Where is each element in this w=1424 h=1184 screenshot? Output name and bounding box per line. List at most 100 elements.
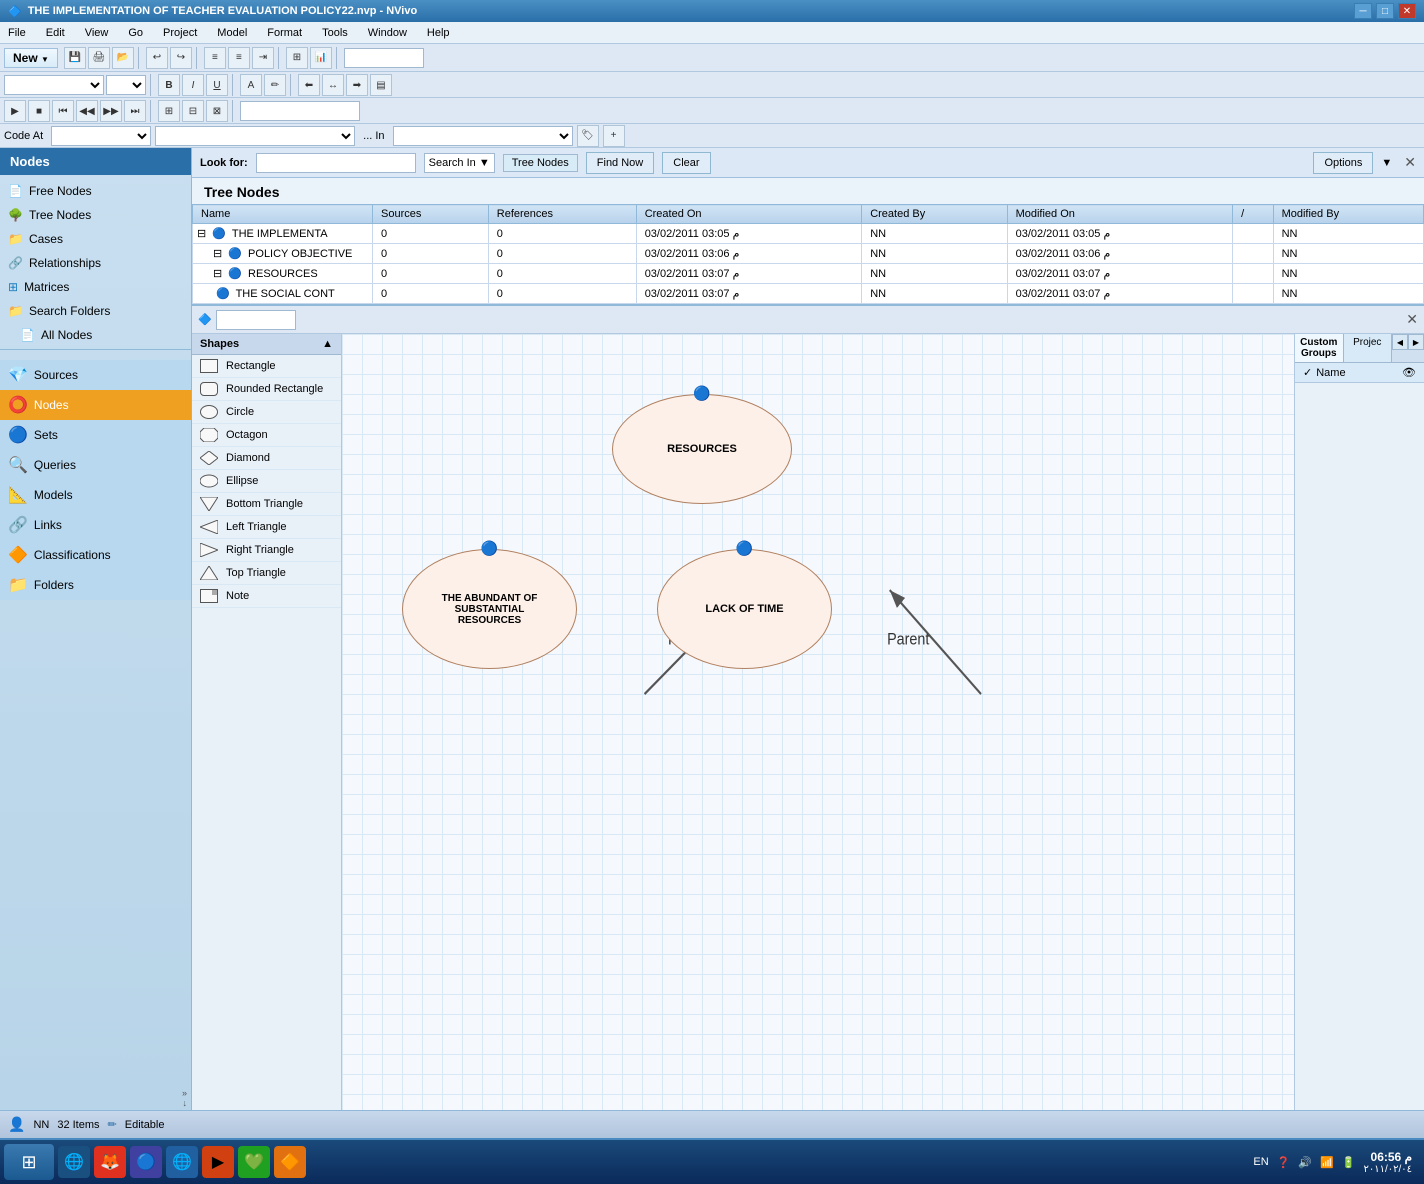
taskbar-icon-1[interactable]: 🌐 (58, 1146, 90, 1178)
taskbar-icon-3[interactable]: 🔵 (130, 1146, 162, 1178)
taskbar-icon-4[interactable]: 🌐 (166, 1146, 198, 1178)
align-r[interactable]: ➡ (346, 74, 368, 96)
sidebar-expand-btn[interactable]: »↓ (0, 1086, 191, 1110)
menu-help[interactable]: Help (423, 25, 454, 41)
sidebar-nav-classifications[interactable]: 🔶 Classifications (0, 540, 191, 570)
print-btn[interactable]: 🖨 (88, 47, 110, 69)
table-row[interactable]: ⊟ 🔵 THE IMPLEMENTA 0 0 03/02/2011 03:05 … (193, 224, 1424, 244)
taskbar-icon-5[interactable]: ▶ (202, 1146, 234, 1178)
sidebar-nav-folders[interactable]: 📁 Folders (0, 570, 191, 600)
code-at-plus-btn[interactable]: + (603, 125, 625, 147)
play-btn[interactable]: ▶ (4, 100, 26, 122)
sidebar-item-all-nodes[interactable]: 📄 All Nodes (0, 323, 191, 347)
new-button[interactable]: New ▼ (4, 48, 58, 68)
col-created-on[interactable]: Created On (636, 205, 862, 224)
row-expand[interactable]: ⊟ (213, 248, 222, 260)
redo-btn[interactable]: ↪ (170, 47, 192, 69)
diagram-close-btn[interactable]: ✕ (1406, 311, 1418, 328)
search-input[interactable] (256, 153, 416, 173)
sidebar-nav-sets[interactable]: 🔵 Sets (0, 420, 191, 450)
italic-btn[interactable]: I (182, 74, 204, 96)
menu-format[interactable]: Format (263, 25, 306, 41)
grid-btn[interactable]: ⊞ (158, 100, 180, 122)
sidebar-item-relationships[interactable]: 🔗 Relationships (0, 251, 191, 275)
row-expand[interactable]: ⊟ (213, 268, 222, 280)
col-created-by[interactable]: Created By (862, 205, 1007, 224)
start-button[interactable]: ⊞ (4, 1144, 54, 1180)
shapes-expand-icon[interactable]: ▲ (322, 338, 333, 350)
font-family-select[interactable] (4, 75, 104, 95)
align-c[interactable]: ↔ (322, 74, 344, 96)
taskbar-icon-7[interactable]: 🔶 (274, 1146, 306, 1178)
open-btn[interactable]: 📂 (112, 47, 134, 69)
shape-octagon[interactable]: Octagon (192, 424, 341, 447)
close-btn[interactable]: ✕ (1398, 3, 1416, 19)
sidebar-nav-queries[interactable]: 🔍 Queries (0, 450, 191, 480)
shape-top-triangle[interactable]: Top Triangle (192, 562, 341, 585)
table-row[interactable]: 🔵 THE SOCIAL CONT 0 0 03/02/2011 03:07 م… (193, 284, 1424, 304)
sidebar-nav-links[interactable]: 🔗 Links (0, 510, 191, 540)
col-references[interactable]: References (488, 205, 636, 224)
sidebar-item-matrices[interactable]: ⊞ Matrices (0, 275, 191, 299)
taskbar-icon-6[interactable]: 💚 (238, 1146, 270, 1178)
align-center-btn[interactable]: ≡ (228, 47, 250, 69)
bold-btn[interactable]: B (158, 74, 180, 96)
underline-btn[interactable]: U (206, 74, 228, 96)
shape-note[interactable]: Note (192, 585, 341, 608)
code-at-tag-btn[interactable]: 🏷 (577, 125, 599, 147)
col-sources[interactable]: Sources (373, 205, 489, 224)
menu-view[interactable]: View (81, 25, 113, 41)
col-sort[interactable]: / (1233, 205, 1274, 224)
table-row[interactable]: ⊟ 🔵 RESOURCES 0 0 03/02/2011 03:07 م NN … (193, 264, 1424, 284)
menu-tools[interactable]: Tools (318, 25, 352, 41)
align-left-btn[interactable]: ≡ (204, 47, 226, 69)
media-pos-input[interactable] (240, 101, 360, 121)
shape-right-triangle[interactable]: Right Triangle (192, 539, 341, 562)
sidebar-item-free-nodes[interactable]: 📄 Free Nodes (0, 179, 191, 203)
highlight-btn[interactable]: ✏ (264, 74, 286, 96)
sidebar-item-cases[interactable]: 📁 Cases (0, 227, 191, 251)
grid3-btn[interactable]: ⊠ (206, 100, 228, 122)
align-l[interactable]: ⬅ (298, 74, 320, 96)
cg-tab-project[interactable]: Projec (1344, 334, 1393, 362)
code-at-select[interactable] (51, 126, 151, 146)
cg-nav-right[interactable]: ▶ (1408, 334, 1424, 350)
align-j[interactable]: ▤ (370, 74, 392, 96)
menu-go[interactable]: Go (124, 25, 147, 41)
prev-btn[interactable]: ⏮ (52, 100, 74, 122)
sidebar-nav-sources[interactable]: 💎 Sources (0, 360, 191, 390)
menu-window[interactable]: Window (364, 25, 411, 41)
next2-btn[interactable]: ⏭ (124, 100, 146, 122)
sidebar-item-search-folders[interactable]: 📁 Search Folders (0, 299, 191, 323)
search-close-btn[interactable]: ✕ (1404, 154, 1416, 171)
canvas-area[interactable]: Parent Parent 🔵 RESOURCES 🔵 THE ABUNDANT… (342, 334, 1294, 1110)
shape-diamond[interactable]: Diamond (192, 447, 341, 470)
undo-btn[interactable]: ↩ (146, 47, 168, 69)
cg-nav-left[interactable]: ◀ (1392, 334, 1408, 350)
clear-btn[interactable]: Clear (662, 152, 710, 174)
col-modified-on[interactable]: Modified On (1007, 205, 1233, 224)
table-btn[interactable]: ⊞ (286, 47, 308, 69)
shape-ellipse[interactable]: Ellipse (192, 470, 341, 493)
indent-btn[interactable]: ⇥ (252, 47, 274, 69)
shape-circle[interactable]: Circle (192, 401, 341, 424)
abundant-node[interactable]: 🔵 THE ABUNDANT OFSUBSTANTIALRESOURCES (402, 549, 577, 669)
search-in-dropdown[interactable]: Search In ▼ (424, 153, 495, 173)
table-row[interactable]: ⊟ 🔵 POLICY OBJECTIVE 0 0 03/02/2011 03:0… (193, 244, 1424, 264)
shape-bottom-triangle[interactable]: Bottom Triangle (192, 493, 341, 516)
zoom-input[interactable] (344, 48, 424, 68)
col-name[interactable]: Name (193, 205, 373, 224)
sidebar-nav-models[interactable]: 📐 Models (0, 480, 191, 510)
font-size-select[interactable] (106, 75, 146, 95)
shape-rectangle[interactable]: Rectangle (192, 355, 341, 378)
row-expand[interactable]: ⊟ (197, 228, 206, 240)
color-btn[interactable]: A (240, 74, 262, 96)
shape-left-triangle[interactable]: Left Triangle (192, 516, 341, 539)
code-at-in-select[interactable] (393, 126, 573, 146)
menu-model[interactable]: Model (213, 25, 251, 41)
sidebar-item-tree-nodes[interactable]: 🌳 Tree Nodes (0, 203, 191, 227)
menu-edit[interactable]: Edit (42, 25, 69, 41)
find-now-btn[interactable]: Find Now (586, 152, 654, 174)
menu-project[interactable]: Project (159, 25, 201, 41)
prev2-btn[interactable]: ◀◀ (76, 100, 98, 122)
